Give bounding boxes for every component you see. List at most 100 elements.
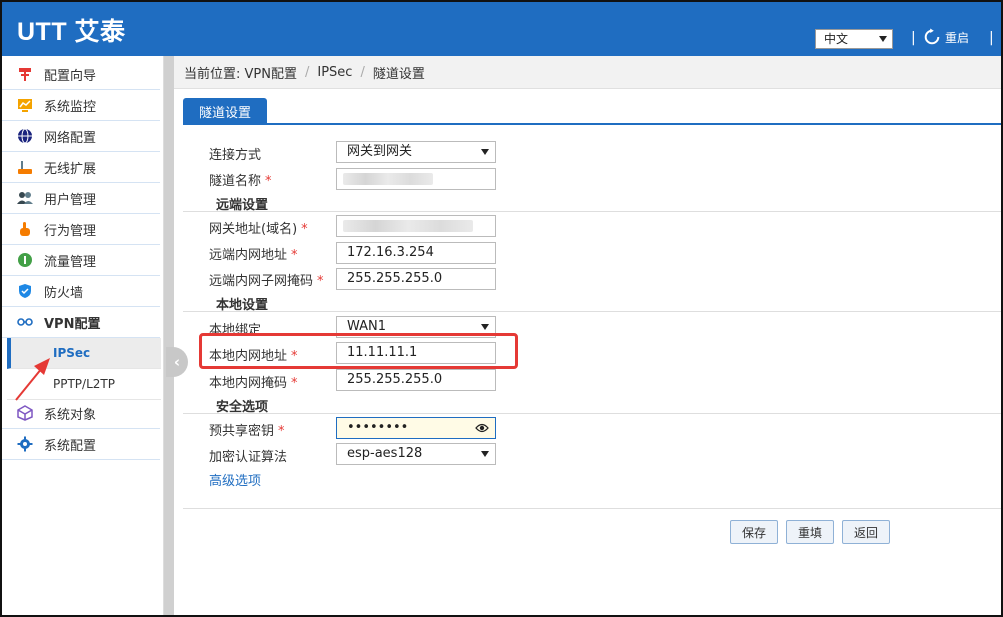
select-value: esp-aes128 xyxy=(347,446,423,461)
app-window: UTT 艾泰 中文 | 重启 | 配置向导 系统监控 网络配置 无线扩展 用户管… xyxy=(0,0,1003,617)
brand-logo: UTT 艾泰 xyxy=(17,18,126,46)
gear-icon xyxy=(16,435,34,453)
sidebar-item-label: 网络配置 xyxy=(44,130,97,146)
sidebar-item-firewall[interactable]: 防火墙 xyxy=(2,276,160,307)
chevron-down-icon xyxy=(481,324,489,330)
label-text: 本地内网掩码 xyxy=(209,376,288,391)
globe-icon xyxy=(16,127,34,145)
required-marker: * xyxy=(291,248,298,263)
sidebar-item-label: 流量管理 xyxy=(44,254,97,270)
sidebar-item-traffic-management[interactable]: 流量管理 xyxy=(2,245,160,276)
sidebar-collapse-button[interactable]: ‹ xyxy=(166,347,188,377)
chevron-down-icon xyxy=(481,149,489,155)
breadcrumb-separator: / xyxy=(360,64,365,80)
header-separator: | xyxy=(989,30,994,46)
language-select[interactable]: 中文 xyxy=(815,29,893,49)
sidebar-item-system-objects[interactable]: 系统对象 xyxy=(2,398,160,429)
sidebar-subitem-label: PPTP/L2TP xyxy=(53,377,115,391)
save-button[interactable]: 保存 xyxy=(730,520,778,544)
monitor-chart-icon xyxy=(16,96,34,114)
breadcrumb: 当前位置: VPN配置 / IPSec / 隧道设置 xyxy=(174,56,1001,89)
advanced-options-link[interactable]: 高级选项 xyxy=(209,470,261,489)
connection-mode-label: 连接方式 xyxy=(209,144,261,163)
redacted-value xyxy=(343,173,433,185)
tab-tunnel-settings[interactable]: 隧道设置 xyxy=(183,98,267,124)
sidebar-item-system-monitor[interactable]: 系统监控 xyxy=(2,90,160,121)
chevron-down-icon xyxy=(481,451,489,457)
local-mask-label: 本地内网掩码 * xyxy=(209,372,298,391)
required-marker: * xyxy=(278,424,285,439)
remote-mask-label: 远端内网子网掩码 * xyxy=(209,270,324,289)
sidebar-item-label: 无线扩展 xyxy=(44,161,97,177)
label-text: 远端内网子网掩码 xyxy=(209,274,314,289)
sidebar-subitem-label: IPSec xyxy=(53,346,91,360)
required-marker: * xyxy=(291,376,298,391)
sidebar-item-setup-wizard[interactable]: 配置向导 xyxy=(2,59,160,90)
label-text: 加密认证算法 xyxy=(209,450,288,465)
shield-icon xyxy=(16,282,34,300)
chevron-down-icon xyxy=(879,36,887,42)
input-value: 255.255.255.0 xyxy=(347,271,443,286)
psk-label: 预共享密钥 * xyxy=(209,420,285,439)
breadcrumb-separator: / xyxy=(304,64,310,80)
encryption-select[interactable]: esp-aes128 xyxy=(336,443,496,465)
header-separator: | xyxy=(911,30,916,46)
highlight-box xyxy=(199,333,518,369)
remote-lan-input[interactable]: 172.16.3.254 xyxy=(336,242,496,264)
psk-password-input[interactable]: •••••••• xyxy=(336,417,496,439)
sidebar-item-user-management[interactable]: 用户管理 xyxy=(2,183,160,214)
form-bottom-divider xyxy=(183,508,1001,509)
sidebar: 配置向导 系统监控 网络配置 无线扩展 用户管理 行为管理 流量管理 防火墙 V… xyxy=(2,56,164,615)
sidebar-item-network-config[interactable]: 网络配置 xyxy=(2,121,160,152)
sidebar-item-label: 系统监控 xyxy=(44,99,97,115)
sidebar-subitem-ipsec[interactable]: IPSec xyxy=(7,338,161,369)
pin-icon xyxy=(16,65,34,83)
sidebar-item-label: 配置向导 xyxy=(44,68,97,84)
label-text: 远端内网地址 xyxy=(209,248,288,263)
top-header: UTT 艾泰 中文 | 重启 | xyxy=(2,2,1001,56)
cube-icon xyxy=(16,404,34,422)
remote-mask-input[interactable]: 255.255.255.0 xyxy=(336,268,496,290)
restart-icon xyxy=(924,28,940,45)
input-value: •••••••• xyxy=(347,420,409,435)
sidebar-item-vpn-config[interactable]: VPN配置 xyxy=(2,307,160,338)
users-icon xyxy=(16,189,34,207)
breadcrumb-current: 隧道设置 xyxy=(372,66,425,82)
sidebar-item-system-config[interactable]: 系统配置 xyxy=(2,429,160,460)
gateway-address-input[interactable] xyxy=(336,215,496,237)
breadcrumb-ipsec[interactable]: IPSec xyxy=(317,65,352,80)
label-text: 连接方式 xyxy=(209,148,262,163)
sidebar-divider xyxy=(164,56,174,615)
required-marker: * xyxy=(265,174,272,189)
sidebar-item-label: 用户管理 xyxy=(44,192,97,208)
encryption-label: 加密认证算法 xyxy=(209,446,287,465)
sidebar-item-behavior-management[interactable]: 行为管理 xyxy=(2,214,160,245)
restart-button[interactable]: 重启 xyxy=(923,28,969,46)
sidebar-item-wireless[interactable]: 无线扩展 xyxy=(2,152,160,183)
remote-lan-label: 远端内网地址 * xyxy=(209,244,298,263)
chevron-left-icon: ‹ xyxy=(173,353,181,371)
connection-mode-select[interactable]: 网关到网关 xyxy=(336,141,496,163)
sidebar-item-label: 行为管理 xyxy=(44,223,97,239)
select-value: WAN1 xyxy=(347,319,387,334)
restart-label: 重启 xyxy=(945,30,970,45)
select-value: 网关到网关 xyxy=(347,144,413,159)
input-value: 172.16.3.254 xyxy=(347,245,434,260)
section-divider xyxy=(183,211,1001,212)
language-select-value: 中文 xyxy=(824,32,849,46)
sidebar-item-label: VPN配置 xyxy=(44,316,101,332)
label-text: 隧道名称 xyxy=(209,174,262,189)
required-marker: * xyxy=(317,274,324,289)
tab-underline xyxy=(183,123,1001,125)
sidebar-subitem-pptp-l2tp[interactable]: PPTP/L2TP xyxy=(7,369,161,400)
back-button[interactable]: 返回 xyxy=(842,520,890,544)
router-icon xyxy=(16,158,34,176)
local-mask-input[interactable]: 255.255.255.0 xyxy=(336,369,496,391)
label-text: 预共享密钥 xyxy=(209,424,275,439)
section-divider xyxy=(183,311,1001,312)
tunnel-name-input[interactable] xyxy=(336,168,496,190)
reset-button[interactable]: 重填 xyxy=(786,520,834,544)
traffic-icon xyxy=(16,251,34,269)
vpn-icon xyxy=(16,313,34,331)
eye-icon[interactable] xyxy=(475,422,489,434)
